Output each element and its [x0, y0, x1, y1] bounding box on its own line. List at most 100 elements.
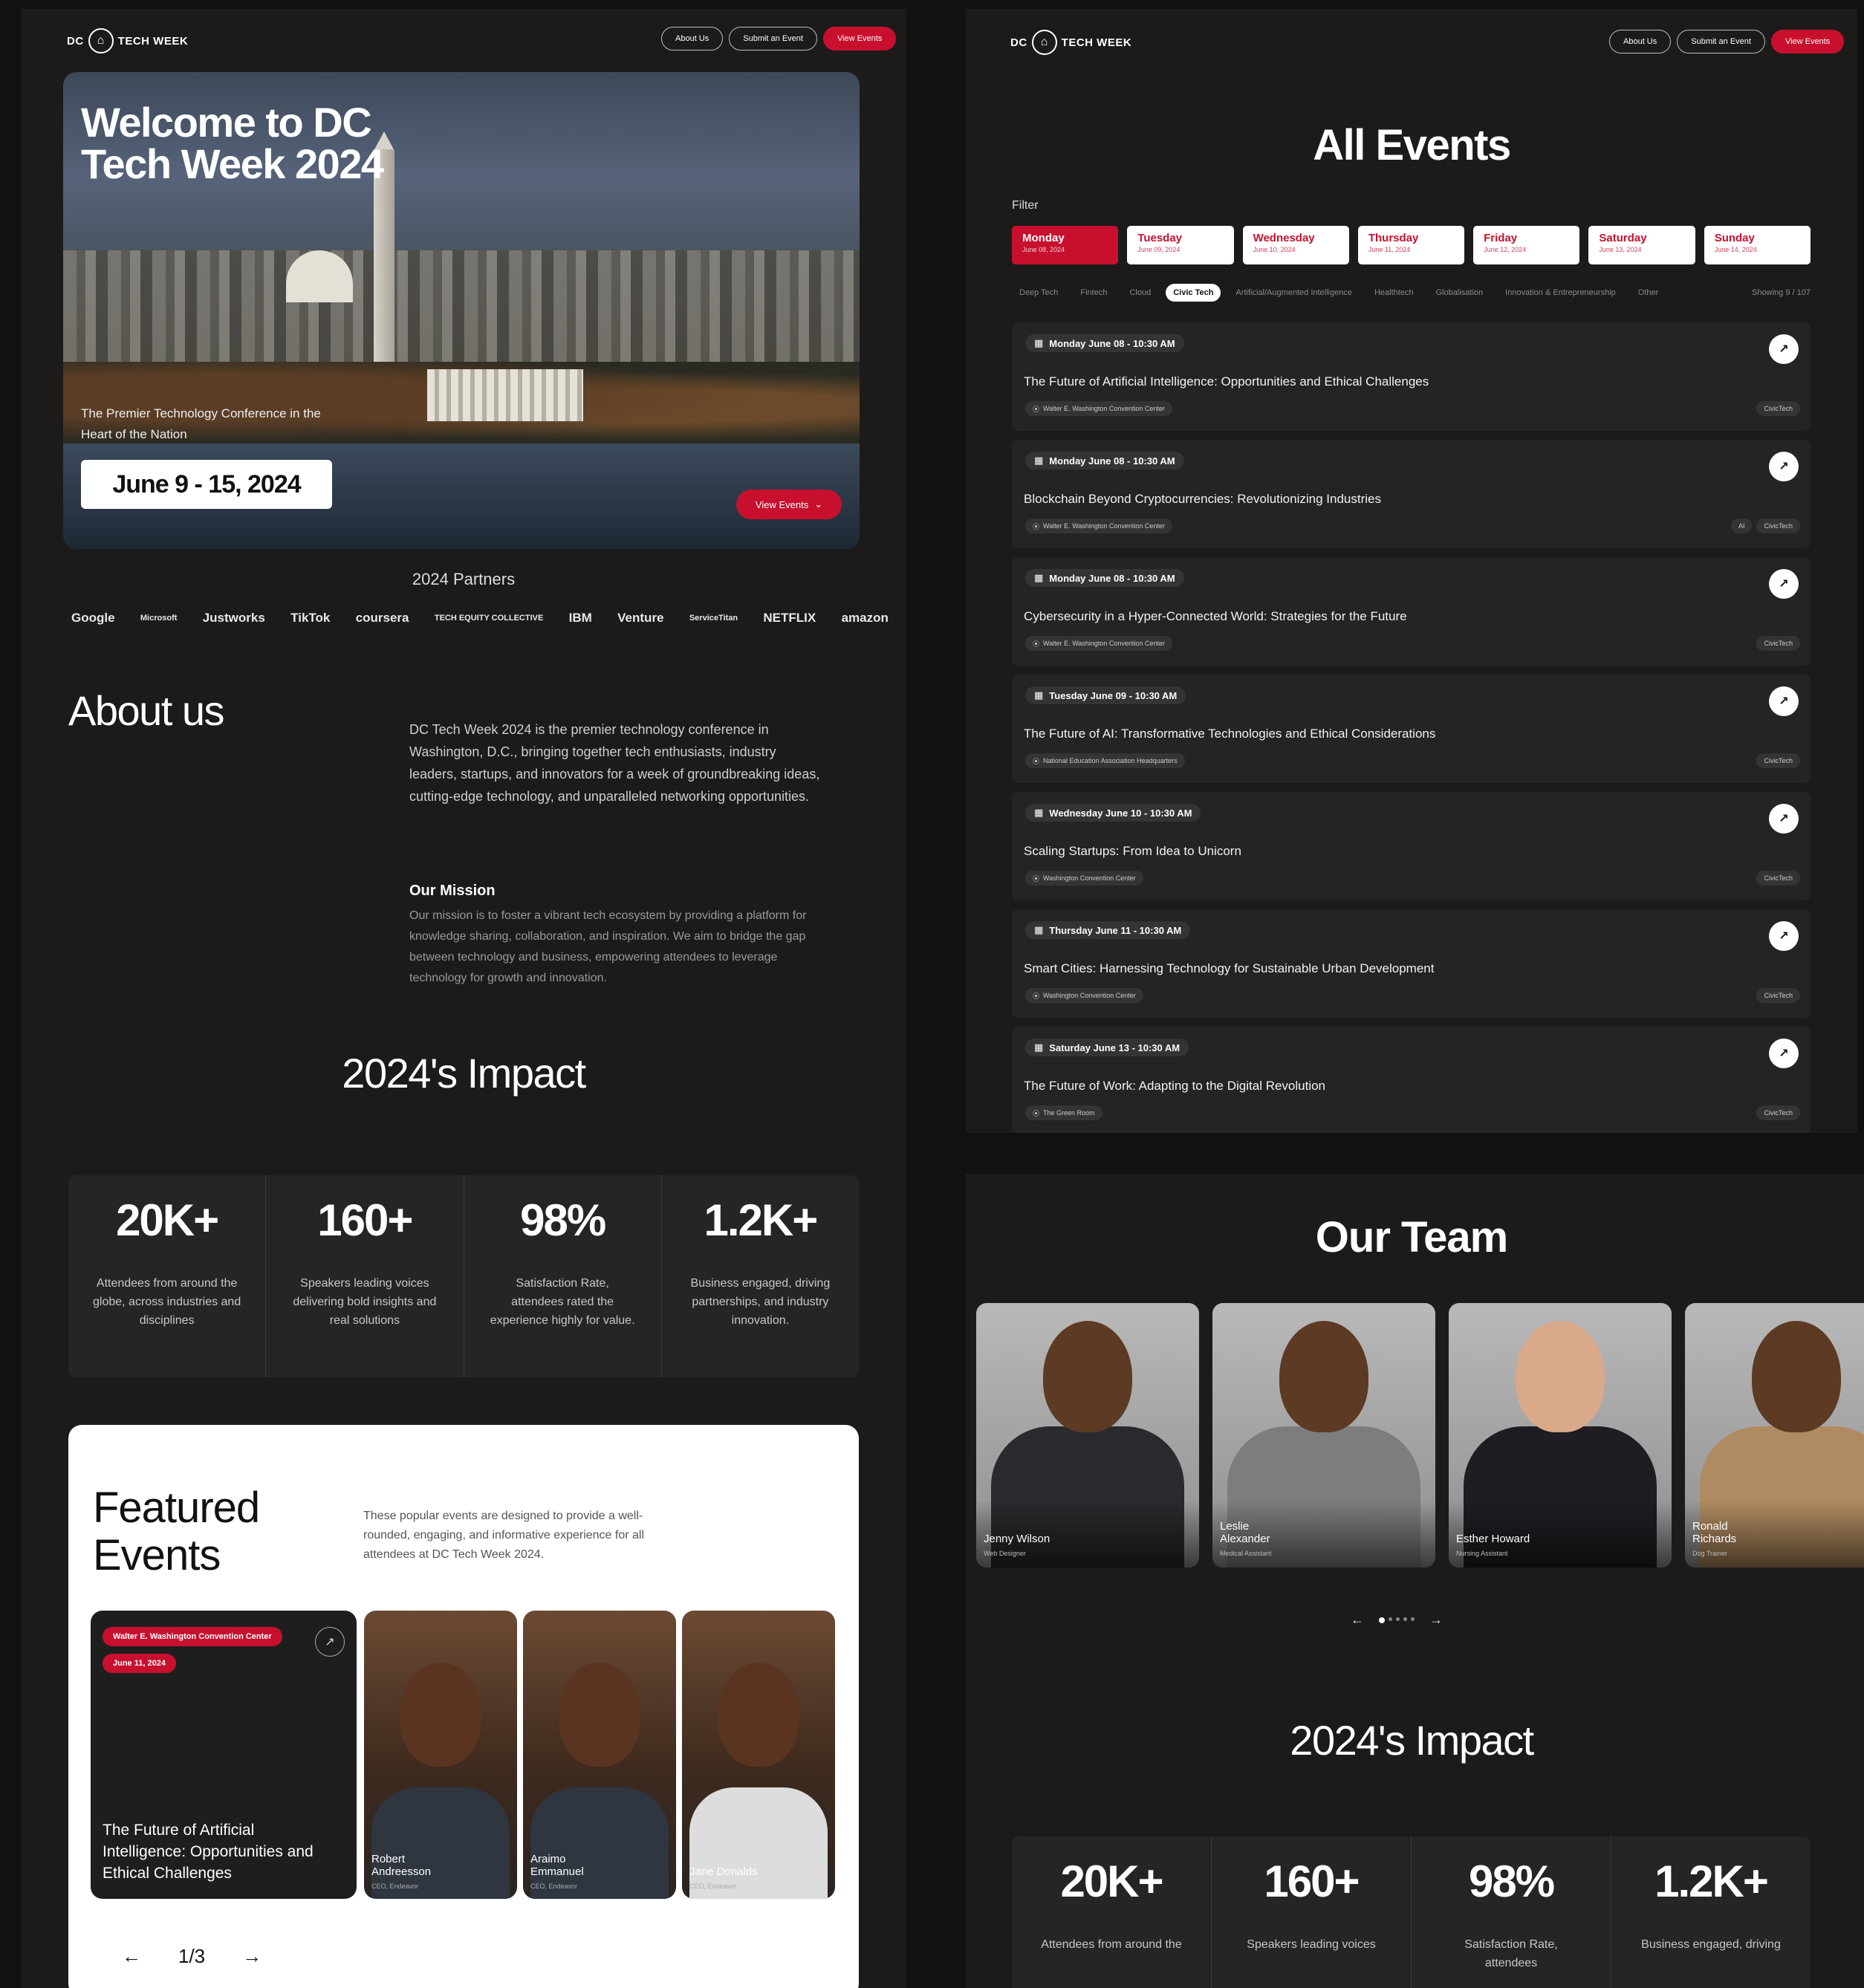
view-events-button[interactable]: View Events — [822, 27, 897, 51]
category-chip-selected[interactable]: Civic Tech — [1166, 284, 1221, 302]
hero-button-label: View Events — [755, 498, 809, 510]
arrow-up-right-icon[interactable]: ↗ — [1769, 686, 1799, 716]
event-title: Smart Cities: Harnessing Technology for … — [1024, 961, 1435, 975]
day-name: Sunday — [1714, 232, 1755, 244]
day-tab-friday[interactable]: Friday June 12, 2024 — [1473, 226, 1580, 264]
arrow-left-icon[interactable]: ← — [122, 1945, 141, 1968]
event-location-chip: ⦿ Walter E. Washington Convention Center — [1025, 519, 1172, 533]
speaker-card[interactable]: Jane Donalds CEO, Endeavor — [682, 1611, 835, 1899]
day-tab-tuesday[interactable]: Tuesday June 09, 2024 — [1127, 226, 1234, 264]
mission-title: Our Mission — [409, 883, 496, 899]
logo-text-techweek: TECH WEEK — [117, 34, 189, 48]
team-member-card[interactable]: Jenny Wilson Web Designer — [976, 1303, 1199, 1568]
event-row[interactable]: ▦ Saturday June 13 - 10:30 AM The Future … — [1012, 1027, 1811, 1133]
event-location-chip: ⦿ Washington Convention Center — [1025, 871, 1143, 886]
dc-tech-week-logo[interactable]: DC ⌂ TECH WEEK — [1010, 30, 1131, 55]
submit-event-button[interactable]: Submit an Event — [1677, 30, 1765, 53]
speaker-name: Robert Andreesson — [371, 1853, 432, 1878]
stat-speakers: 160+ Speakers leading voices — [1212, 1836, 1412, 1988]
featured-event-card[interactable]: Walter E. Washington Convention Center J… — [91, 1611, 357, 1899]
category-chip[interactable]: Innovation & Entrepreneurship — [1498, 284, 1623, 302]
team-member-card[interactable]: Leslie Alexander Medical Assistant — [1212, 1303, 1435, 1568]
featured-event-title: The Future of Artificial Intelligence: O… — [103, 1822, 314, 1882]
speaker-name: Araimo Emmanuel — [530, 1853, 584, 1878]
team-page: Our Team Jenny Wilson Web Designer Lesli… — [966, 1174, 1864, 1988]
carousel-dot-active[interactable] — [1379, 1617, 1385, 1623]
pin-icon: ⦿ — [1033, 1109, 1040, 1117]
carousel-dot[interactable] — [1389, 1617, 1392, 1621]
team-member-card[interactable]: Ronald Richards Dog Trainer — [1685, 1303, 1864, 1568]
event-date: Tuesday June 09 - 10:30 AM — [1049, 689, 1178, 701]
speaker-card[interactable]: Araimo Emmanuel CEO, Endeavor — [523, 1611, 676, 1899]
event-location-chip: ⦿ Walter E. Washington Convention Center — [1025, 401, 1172, 416]
day-tab-wednesday[interactable]: Wednesday June 10, 2024 — [1242, 226, 1349, 264]
view-events-button[interactable]: View Events — [1770, 30, 1845, 53]
event-row[interactable]: ▦ Tuesday June 09 - 10:30 AM The Future o… — [1012, 675, 1811, 783]
day-tab-thursday[interactable]: Thursday June 11, 2024 — [1357, 226, 1465, 264]
arrow-up-right-icon[interactable]: ↗ — [1769, 452, 1799, 481]
category-chip[interactable]: Globalisation — [1429, 284, 1491, 302]
event-tag: CivicTech — [1756, 988, 1800, 1003]
pin-icon: ⦿ — [1033, 522, 1040, 530]
arrow-up-right-icon[interactable]: ↗ — [1769, 804, 1799, 834]
event-row[interactable]: ▦ Monday June 08 - 10:30 AM Cybersecurity… — [1012, 557, 1811, 666]
category-chip[interactable]: Artificial/Augmented Intelligence — [1228, 284, 1360, 302]
hero-view-events-button[interactable]: View Events ⌄ — [736, 490, 842, 519]
event-row[interactable]: ▦ Wednesday June 10 - 10:30 AM Scaling St… — [1012, 792, 1811, 900]
stat-satisfaction: 98% Satisfaction Rate, attendees — [1412, 1836, 1611, 1988]
category-chip[interactable]: Cloud — [1122, 284, 1158, 302]
featured-description: These popular events are designed to pro… — [363, 1510, 645, 1561]
dc-tech-week-logo[interactable]: DC ⌂ TECH WEEK — [67, 28, 188, 53]
speaker-card[interactable]: Robert Andreesson CEO, Endeavor — [364, 1611, 517, 1899]
pin-icon: ⦿ — [1033, 874, 1040, 883]
team-member-card[interactable]: Esther Howard Nursing Assistant — [1449, 1303, 1672, 1568]
category-chip[interactable]: Healthtech — [1367, 284, 1421, 302]
event-location: Walter E. Washington Convention Center — [1043, 405, 1165, 412]
event-location-chip: ⦿ Washington Convention Center — [1025, 988, 1143, 1003]
member-name: Esther Howard — [1456, 1533, 1530, 1545]
about-us-button[interactable]: About Us — [1609, 30, 1672, 53]
stat-description: Business engaged, driving partnerships, … — [690, 1277, 831, 1327]
event-title: The Future of Work: Adapting to the Digi… — [1024, 1079, 1326, 1093]
carousel-dot[interactable] — [1403, 1617, 1407, 1621]
arrow-up-right-icon[interactable]: ↗ — [1769, 1039, 1799, 1068]
day-tab-saturday[interactable]: Saturday June 13, 2024 — [1588, 226, 1695, 264]
stat-number: 20K+ — [116, 1195, 219, 1245]
carousel-dot[interactable] — [1396, 1617, 1400, 1621]
stat-number: 160+ — [1264, 1857, 1360, 1906]
day-name: Tuesday — [1137, 232, 1183, 244]
arrow-left-icon[interactable]: ← — [1351, 1612, 1364, 1628]
stat-attendees: 20K+ Attendees from around the globe, acr… — [68, 1175, 267, 1377]
calendar-icon: ▦ — [1034, 455, 1044, 466]
speaker-role: CEO, Endeavor — [371, 1883, 419, 1890]
arrow-right-icon[interactable]: → — [242, 1945, 262, 1968]
top-nav: About Us Submit an Event View Events — [661, 27, 897, 51]
event-tag: CivicTech — [1756, 1105, 1800, 1120]
event-row[interactable]: ▦ Thursday June 11 - 10:30 AM Smart Citie… — [1012, 909, 1811, 1018]
submit-event-button[interactable]: Submit an Event — [729, 27, 817, 51]
stat-number: 20K+ — [1060, 1857, 1163, 1906]
event-location-chip: ⦿ National Education Association Headquar… — [1025, 753, 1185, 768]
arrow-up-right-icon[interactable]: ↗ — [1769, 569, 1799, 599]
day-tab-monday[interactable]: Monday June 08, 2024 — [1012, 226, 1119, 264]
hero-subtitle: The Premier Technology Conference in the… — [81, 406, 321, 441]
about-title: About us — [68, 687, 225, 734]
event-row[interactable]: ▦ Monday June 08 - 10:30 AM The Future of… — [1012, 322, 1811, 431]
about-us-button[interactable]: About Us — [661, 27, 724, 51]
arrow-up-right-icon[interactable]: ↗ — [1769, 921, 1799, 951]
day-tab-sunday[interactable]: Sunday June 14, 2024 — [1704, 226, 1811, 264]
event-tags: CivicTech — [1756, 636, 1800, 651]
event-date: Saturday June 13 - 10:30 AM — [1049, 1042, 1181, 1053]
arrow-up-right-icon[interactable]: ↗ — [315, 1627, 345, 1657]
category-chip[interactable]: Other — [1631, 284, 1666, 302]
logo-text-techweek: TECH WEEK — [1061, 36, 1132, 49]
category-chip[interactable]: Deep Tech — [1012, 284, 1065, 302]
carousel-dot[interactable] — [1411, 1617, 1415, 1621]
arrow-right-icon[interactable]: → — [1429, 1612, 1443, 1628]
event-title: Scaling Startups: From Idea to Unicorn — [1024, 844, 1241, 858]
event-row[interactable]: ▦ Monday June 08 - 10:30 AM Blockchain Be… — [1012, 440, 1811, 548]
category-chip[interactable]: Fintech — [1073, 284, 1114, 302]
stat-description: Attendees from around the — [1041, 1938, 1182, 1951]
member-role: Nursing Assistant — [1456, 1550, 1508, 1557]
arrow-up-right-icon[interactable]: ↗ — [1769, 334, 1799, 364]
